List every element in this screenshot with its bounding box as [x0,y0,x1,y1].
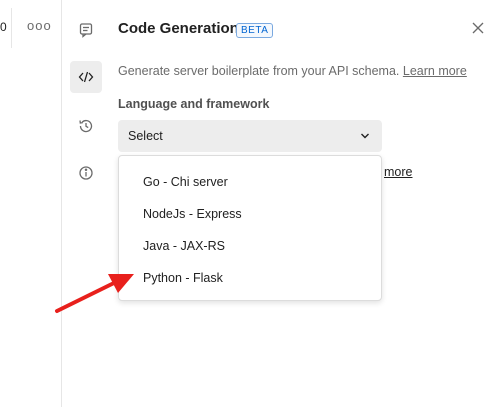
close-icon[interactable] [470,20,486,36]
chevron-down-icon [361,133,369,139]
dropdown-option[interactable]: Java - JAX-RS [119,230,381,262]
description-text: Generate server boilerplate from your AP… [118,64,400,78]
more-options-button[interactable]: ooo [27,18,52,33]
panel-title: Code Generation [118,20,239,37]
history-icon[interactable] [70,110,102,142]
tab-stub-label: 0 [0,20,7,34]
code-icon[interactable] [70,61,102,93]
comments-icon[interactable] [70,14,102,46]
panel-description: Generate server boilerplate from your AP… [118,64,467,78]
section-label: Language and framework [118,97,270,111]
beta-badge: BETA [236,23,274,38]
framework-dropdown: Go - Chi server NodeJs - Express Java - … [118,155,382,301]
learn-more-link-behind[interactable]: more [384,165,412,179]
learn-more-link[interactable]: Learn more [403,64,467,78]
dropdown-option[interactable]: Python - Flask [119,262,381,294]
language-framework-select[interactable]: Select [118,120,382,152]
info-icon[interactable] [70,157,102,189]
dropdown-option[interactable]: NodeJs - Express [119,198,381,230]
select-value: Select [128,129,163,143]
left-pane: 0 ooo [0,0,62,407]
dropdown-option[interactable]: Go - Chi server [119,166,381,198]
tab-stub[interactable]: 0 [0,8,12,48]
